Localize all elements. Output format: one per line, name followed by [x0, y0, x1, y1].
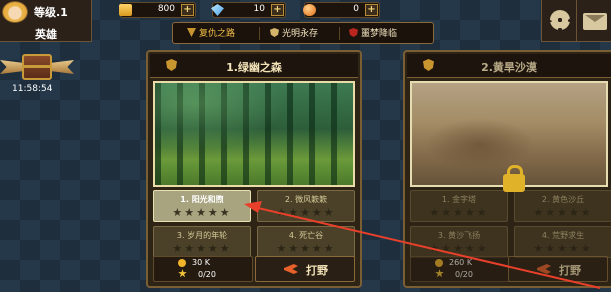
stage-stars: ★★★★★	[533, 242, 593, 255]
stage-2-button[interactable]: 2. 黄色沙丘 ★★★★★	[514, 190, 611, 222]
stage-name: 3. 黄沙飞扬	[437, 231, 481, 240]
chapter-rewards: 30 K 0/20	[153, 256, 253, 282]
wing-icon	[0, 60, 22, 74]
chest-timer: 11:58:54	[12, 84, 53, 94]
stage-stars: ★★★★★	[172, 242, 232, 255]
stage-2-button[interactable]: 2. 微风簌簌 ★★★★★	[257, 190, 355, 222]
stage-name: 1. 阳光和煦	[180, 195, 224, 204]
stage-4-button[interactable]: 4. 荒野求生 ★★★★★	[514, 226, 611, 258]
fight-label: 打野	[306, 264, 328, 277]
gem-icon	[211, 4, 224, 16]
orb-icon	[303, 4, 316, 16]
stage-name: 2. 微风簌簌	[284, 195, 328, 204]
add-orb-button[interactable]: +	[365, 4, 378, 16]
tab-label: 噩梦降临	[361, 29, 398, 39]
settings-gear-icon	[550, 10, 570, 30]
stage-stars: ★★★★★	[276, 206, 336, 219]
mail-button[interactable]	[576, 0, 611, 42]
fight-button[interactable]: 打野	[508, 256, 608, 282]
mail-icon	[583, 13, 607, 30]
settings-button[interactable]	[541, 0, 577, 42]
stage-name: 4. 荒野求生	[541, 231, 585, 240]
chapter-header: 1.绿幽之森	[150, 54, 358, 78]
gold-icon	[435, 259, 443, 267]
gem-currency: 10 +	[211, 2, 286, 18]
chapter-card-1: 1.绿幽之森 1. 阳光和煦 ★★★★★ 2. 微风簌簌 ★★★★★ 3. 岁月…	[146, 50, 362, 288]
add-gold-button[interactable]: +	[181, 4, 194, 16]
fight-icon	[284, 264, 298, 274]
gold-icon	[178, 259, 186, 267]
stage-name: 1. 金字塔	[441, 195, 477, 204]
orb-currency: 0 +	[303, 2, 380, 18]
stage-name: 2. 黄色沙丘	[541, 195, 585, 204]
tab-divider	[339, 27, 340, 40]
chapter-stars: 0/20	[455, 270, 473, 279]
star-icon	[178, 269, 187, 278]
chapter-footer: 30 K 0/20 打野	[150, 256, 358, 284]
chapter-title: 1.绿幽之森	[226, 61, 282, 74]
star-icon	[435, 269, 444, 278]
avatar[interactable]	[2, 1, 28, 23]
chapter-stars: 0/20	[198, 270, 216, 279]
chapter-rewards: 260 K 0/20	[410, 256, 510, 282]
shield-icon	[187, 28, 196, 37]
gold-value: 800	[157, 4, 175, 14]
chapter-footer: 260 K 0/20 打野	[407, 256, 611, 284]
chapter-title: 2.黄旱沙漠	[481, 61, 537, 74]
stage-stars: ★★★★★	[533, 206, 593, 219]
shield-icon	[270, 28, 279, 37]
stage-stars: ★★★★★	[172, 206, 232, 219]
fight-icon	[537, 264, 551, 274]
stage-1-button[interactable]: 1. 阳光和煦 ★★★★★	[153, 190, 251, 222]
reward-chest[interactable]	[0, 52, 74, 84]
chapter-scene-image	[153, 81, 355, 187]
shield-icon	[349, 28, 358, 37]
tab-label: 复仇之路	[199, 29, 236, 39]
stage-3-button[interactable]: 3. 黄沙飞扬 ★★★★★	[410, 226, 508, 258]
chapter-gold: 30 K	[192, 258, 210, 267]
stage-3-button[interactable]: 3. 岁月的年轮 ★★★★★	[153, 226, 251, 258]
wing-icon	[52, 60, 74, 74]
mode-tabs: 复仇之路 光明永存 噩梦降临	[172, 22, 434, 44]
tab-light[interactable]: 光明永存	[270, 26, 318, 39]
chest-icon	[22, 54, 52, 80]
player-level: 等级.1	[34, 6, 68, 19]
stage-name: 3. 岁月的年轮	[176, 231, 228, 240]
player-title: 英雄	[35, 28, 57, 41]
stage-name: 4. 死亡谷	[288, 231, 324, 240]
fight-button[interactable]: 打野	[255, 256, 355, 282]
stage-stars: ★★★★★	[276, 242, 336, 255]
fight-label: 打野	[559, 264, 581, 277]
chapter-header: 2.黄旱沙漠	[407, 54, 611, 78]
tab-nightmare[interactable]: 噩梦降临	[349, 26, 397, 39]
player-panel[interactable]: 等级.1 英雄	[0, 0, 92, 42]
gold-icon	[119, 4, 132, 16]
gold-currency: 800 +	[119, 2, 196, 18]
stage-4-button[interactable]: 4. 死亡谷 ★★★★★	[257, 226, 355, 258]
lock-icon	[503, 165, 525, 192]
tab-label: 光明永存	[282, 29, 319, 39]
chapter-card-2: 2.黄旱沙漠 1. 金字塔 ★★★★★ 2. 黄色沙丘 ★★★★★ 3. 黄沙飞…	[403, 50, 611, 288]
chapter-gold: 260 K	[449, 258, 473, 267]
tab-revenge[interactable]: 复仇之路	[187, 26, 235, 39]
add-gem-button[interactable]: +	[271, 4, 284, 16]
stage-1-button[interactable]: 1. 金字塔 ★★★★★	[410, 190, 508, 222]
stage-stars: ★★★★★	[429, 206, 489, 219]
gem-value: 10	[253, 4, 265, 14]
orb-value: 0	[353, 4, 359, 14]
tab-divider	[259, 27, 260, 40]
stage-stars: ★★★★★	[429, 242, 489, 255]
